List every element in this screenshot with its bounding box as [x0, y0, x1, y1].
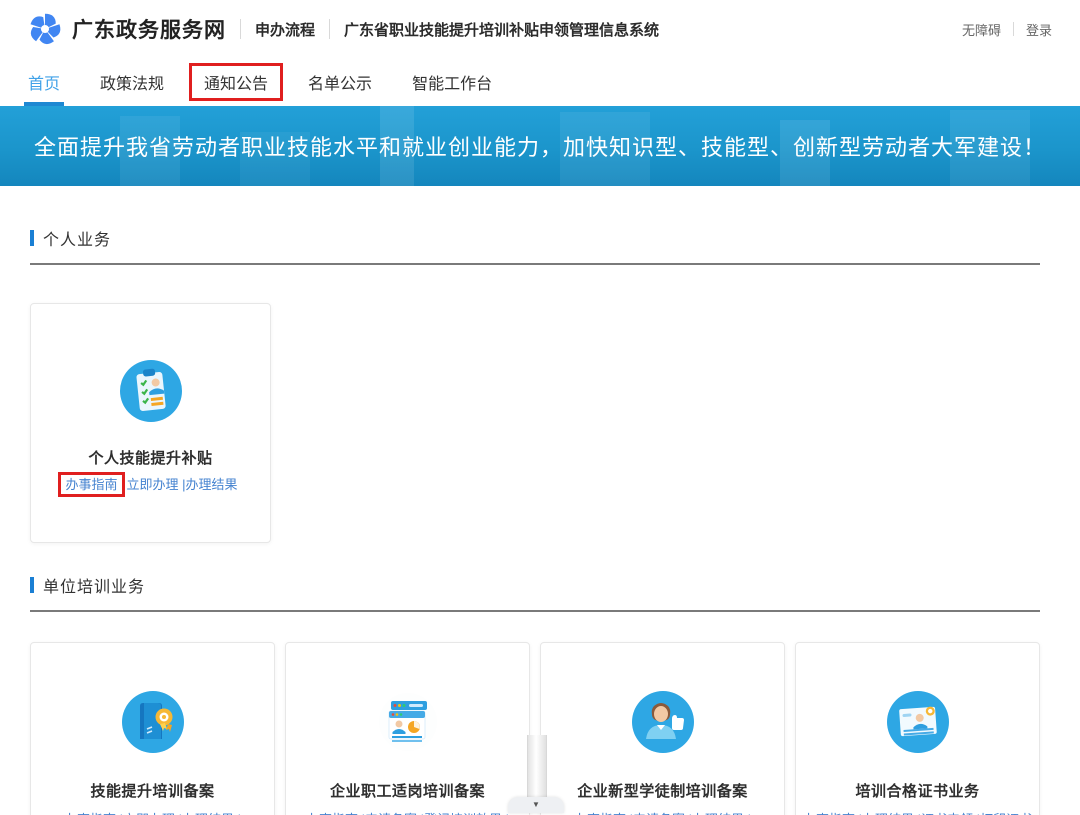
slogan-banner: 全面提升我省劳动者职业技能水平和就业创业能力，加快知识型、技能型、创新型劳动者大…	[0, 106, 1080, 186]
links-line1[interactable]: 办事指南 |办理结果 |证书申领 |打印证书 |	[802, 811, 1033, 815]
page: 广东政务服务网 申办流程 广东省职业技能提升培训补贴申领管理信息系统 无障碍 登…	[0, 0, 1080, 815]
section-accent-bar	[30, 230, 34, 246]
chevron-down-icon[interactable]: ▼	[532, 801, 540, 809]
accessibility-link[interactable]: 无障碍	[962, 20, 1001, 39]
section-divider	[30, 263, 1040, 265]
card-title: 个人技能提升补贴	[31, 447, 270, 468]
links-line1[interactable]: 办事指南 |立即办理 |办理结果 |	[37, 811, 268, 815]
card-links: 办事指南立即办理 |办理结果	[31, 476, 270, 493]
card-skill-training-record[interactable]: 技能提升培训备案 办事指南 |立即办理 |办理结果 | 在培人员查询 |学员情况…	[30, 642, 275, 815]
scrollbar-track[interactable]	[527, 735, 547, 799]
section-accent-bar	[30, 577, 34, 593]
link-guide[interactable]: 办事指南	[65, 477, 117, 492]
tab-policy[interactable]: 政策法规	[100, 58, 164, 106]
card-title: 企业职工适岗培训备案	[286, 780, 529, 801]
links-rest[interactable]: 立即办理 |办理结果	[127, 477, 238, 492]
section-divider	[30, 610, 1040, 612]
personal-cards-row: 个人技能提升补贴 办事指南立即办理 |办理结果	[30, 303, 1050, 543]
gdzwfw-logo-icon[interactable]	[28, 12, 62, 46]
tab-workbench[interactable]: 智能工作台	[412, 58, 492, 106]
annotation-box-notice[interactable]: 通知公告	[189, 63, 283, 101]
skill-training-record-icon	[122, 691, 184, 753]
personal-subsidy-icon	[120, 360, 182, 422]
card-title: 培训合格证书业务	[796, 780, 1039, 801]
card-apprentice-training-record[interactable]: 企业新型学徒制培训备案 办事指南 |申请备案 |办理结果 | 单位培训人员查询	[540, 642, 785, 815]
card-title: 企业新型学徒制培训备案	[541, 780, 784, 801]
tab-roster[interactable]: 名单公示	[308, 58, 372, 106]
apprentice-training-record-icon	[632, 691, 694, 753]
card-title: 技能提升培训备案	[31, 780, 274, 801]
section-personal-head: 个人业务	[30, 226, 1050, 250]
header-divider	[240, 19, 241, 39]
tab-notice[interactable]: 通知公告	[204, 58, 268, 106]
header-right: 无障碍 登录	[962, 20, 1052, 39]
card-links[interactable]: 办事指南 |办理结果 |证书申领 |打印证书 | 培训人员查询	[796, 811, 1039, 815]
main-nav: 首页 政策法规 通知公告 名单公示 智能工作台	[0, 58, 1080, 106]
onjob-training-record-icon	[377, 691, 439, 753]
annotation-box-guide-link[interactable]: 办事指南	[58, 472, 124, 497]
header-divider	[329, 19, 330, 39]
login-link[interactable]: 登录	[1026, 20, 1052, 39]
card-links[interactable]: 办事指南 |立即办理 |办理结果 | 在培人员查询 |学员情况查询	[31, 811, 274, 815]
section-unit-head: 单位培训业务	[30, 573, 1050, 597]
scrollbar[interactable]: ▼	[524, 735, 550, 815]
header-divider	[1013, 22, 1014, 36]
content: 个人业务	[0, 226, 1080, 815]
links-line1[interactable]: 办事指南 |申请备案 |办理结果 |	[547, 811, 778, 815]
card-personal-skill-subsidy[interactable]: 个人技能提升补贴 办事指南立即办理 |办理结果	[30, 303, 271, 543]
links-line1[interactable]: 办事指南 |申请备案 |登记培训效果 |	[292, 811, 523, 815]
brand-title[interactable]: 广东政务服务网	[72, 14, 226, 44]
card-links[interactable]: 办事指南 |申请备案 |登记培训效果 | 办理结果 |单位培训人员查询	[286, 811, 529, 815]
section-title-unit: 单位培训业务	[43, 573, 145, 597]
section-title-personal: 个人业务	[43, 226, 111, 250]
header: 广东政务服务网 申办流程 广东省职业技能提升培训补贴申领管理信息系统 无障碍 登…	[0, 0, 1080, 58]
tab-home[interactable]: 首页	[28, 58, 60, 106]
system-title: 广东省职业技能提升培训补贴申领管理信息系统	[344, 19, 659, 40]
card-onjob-training-record[interactable]: 企业职工适岗培训备案 办事指南 |申请备案 |登记培训效果 | 办理结果 |单位…	[285, 642, 530, 815]
card-links[interactable]: 办事指南 |申请备案 |办理结果 | 单位培训人员查询	[541, 811, 784, 815]
training-certificate-icon	[887, 691, 949, 753]
card-training-certificate[interactable]: 培训合格证书业务 办事指南 |办理结果 |证书申领 |打印证书 | 培训人员查询	[795, 642, 1040, 815]
header-menu-flow[interactable]: 申办流程	[255, 19, 315, 40]
scrollbar-base[interactable]: ▼	[508, 797, 564, 813]
banner-slogan: 全面提升我省劳动者职业技能水平和就业创业能力，加快知识型、技能型、创新型劳动者大…	[0, 130, 1046, 162]
